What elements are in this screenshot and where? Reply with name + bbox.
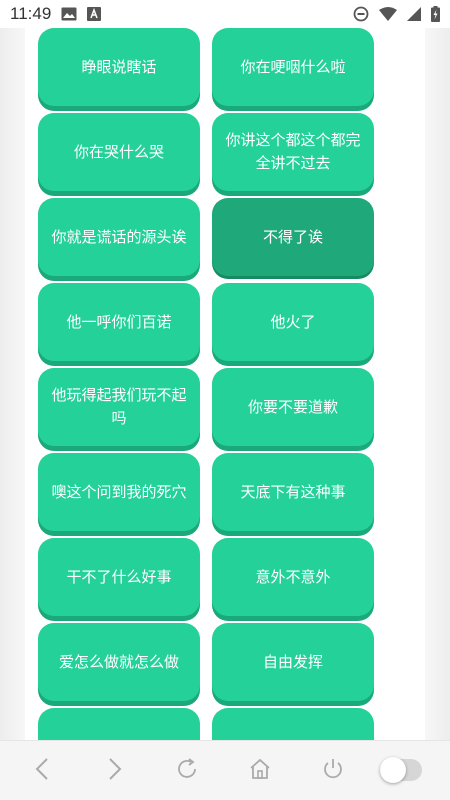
phrase-button[interactable]: 你讲这个都这个都完全讲不过去: [212, 113, 374, 191]
phrase-button[interactable]: 爱怎么做就怎么做: [38, 623, 200, 701]
battery-charging-icon: [431, 6, 440, 22]
bottom-nav-bar: [0, 740, 450, 800]
refresh-button[interactable]: [172, 756, 202, 786]
back-button[interactable]: [27, 756, 57, 786]
phrase-button[interactable]: 你在哽咽什么啦: [212, 28, 374, 106]
phrase-button[interactable]: 意外不意外: [212, 538, 374, 616]
phrase-button[interactable]: 噢这个问到我的死穴: [38, 453, 200, 531]
phrase-button[interactable]: [212, 708, 374, 740]
phrase-button[interactable]: 干不了什么好事: [38, 538, 200, 616]
status-time: 11:49: [10, 4, 52, 23]
phrase-button[interactable]: 睁眼说瞎话: [38, 28, 200, 106]
phrase-button[interactable]: 他玩得起我们玩不起吗: [38, 368, 200, 446]
home-button[interactable]: [245, 756, 275, 786]
phrase-button[interactable]: 他一呼你们百诺: [38, 283, 200, 361]
phrase-button[interactable]: 你就是谎话的源头诶: [38, 198, 200, 276]
toggle-switch[interactable]: [380, 757, 422, 783]
phrase-button[interactable]: 他火了: [212, 283, 374, 361]
a-box-icon: [87, 7, 102, 21]
forward-button[interactable]: [100, 756, 130, 786]
phrase-button[interactable]: [38, 708, 200, 740]
phrase-button[interactable]: 你要不要道歉: [212, 368, 374, 446]
phrase-button[interactable]: 天底下有这种事: [212, 453, 374, 531]
phrase-button-active[interactable]: 不得了诶: [212, 198, 374, 276]
status-bar: 11:49: [0, 0, 450, 28]
content-area: 睁眼说瞎话 你在哽咽什么啦 你在哭什么哭 你讲这个都这个都完全讲不过去 你就是谎…: [0, 28, 450, 740]
left-margin: [0, 28, 25, 740]
power-icon: [321, 757, 345, 785]
forward-icon: [108, 758, 122, 784]
refresh-icon: [175, 757, 199, 785]
phrase-button[interactable]: 你在哭什么哭: [38, 113, 200, 191]
home-icon: [248, 757, 272, 785]
toggle-knob: [380, 757, 406, 783]
wifi-icon: [379, 7, 397, 21]
signal-icon: [407, 7, 421, 21]
back-icon: [35, 758, 49, 784]
do-not-disturb-icon: [353, 6, 369, 22]
phrase-button[interactable]: 自由发挥: [212, 623, 374, 701]
phrase-grid: 睁眼说瞎话 你在哽咽什么啦 你在哭什么哭 你讲这个都这个都完全讲不过去 你就是谎…: [38, 28, 412, 740]
power-button[interactable]: [318, 756, 348, 786]
phrase-grid-viewport[interactable]: 睁眼说瞎话 你在哽咽什么啦 你在哭什么哭 你讲这个都这个都完全讲不过去 你就是谎…: [38, 28, 412, 740]
right-margin: [425, 28, 450, 740]
image-icon: [61, 7, 77, 21]
